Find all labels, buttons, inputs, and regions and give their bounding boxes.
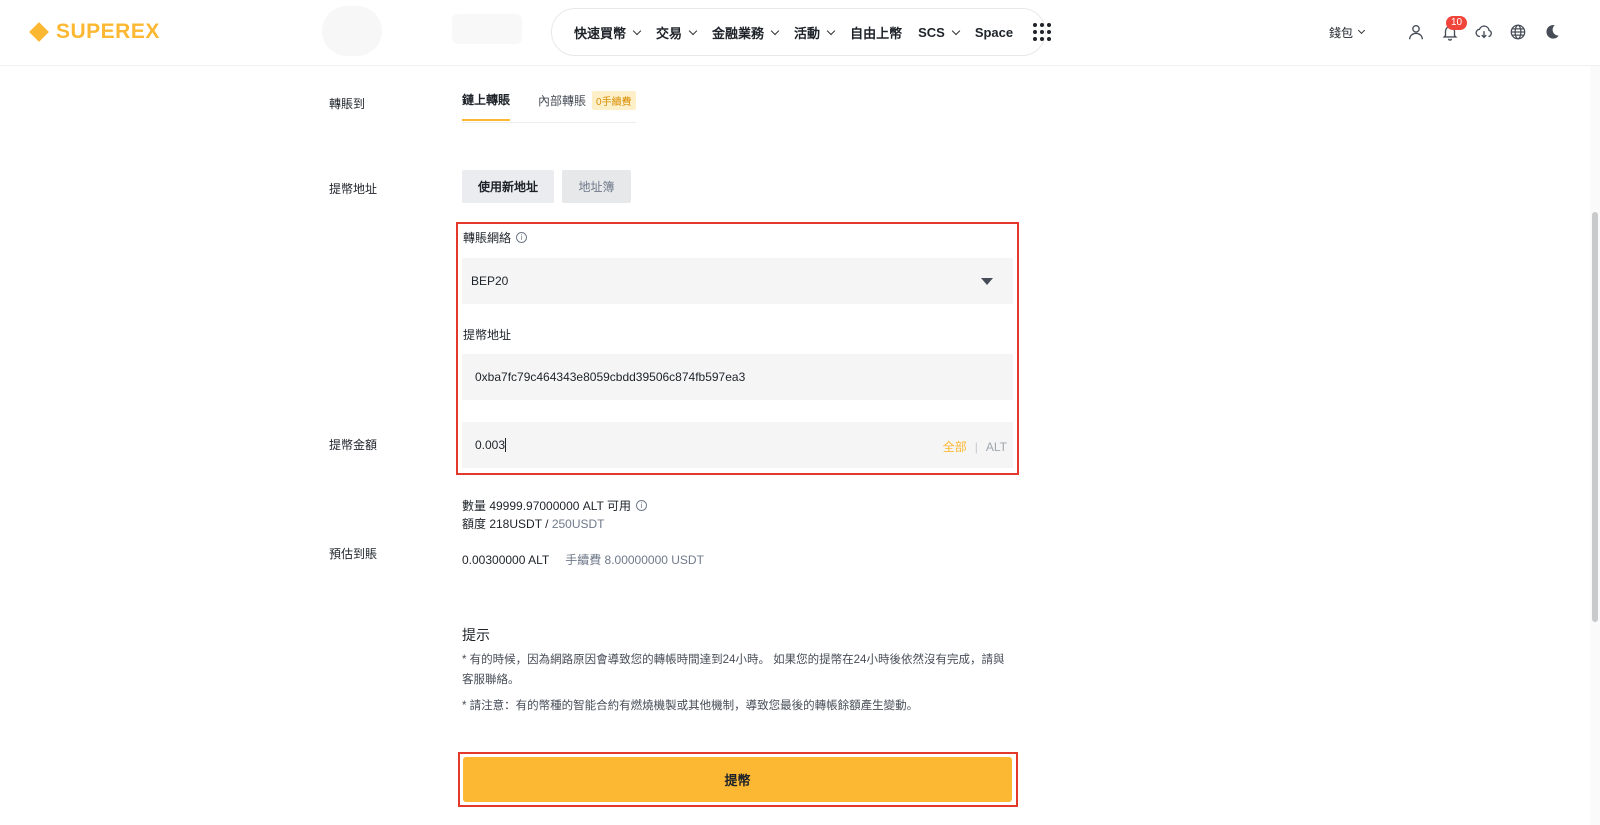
withdraw-address-label: 提幣地址	[463, 328, 512, 342]
amount-input[interactable]: 0.003	[475, 438, 505, 452]
scrollbar-thumb[interactable]	[1592, 212, 1598, 622]
amount-suffix: 全部 | ALT	[943, 438, 1007, 455]
tab-internal-transfer[interactable]: 內部轉賬 0手續費	[538, 91, 636, 122]
estimate-amount: 0.00300000 ALT	[462, 552, 550, 567]
address-book-button[interactable]: 地址簿	[562, 170, 631, 203]
chevron-down-icon	[951, 26, 961, 35]
header-tools: 錢包 10	[1328, 16, 1562, 44]
network-label: 轉賬網絡 i	[463, 229, 528, 246]
limit-used: 額度 218USDT /	[462, 517, 549, 531]
available-quantity-text: 數量 49999.97000000 ALT 可用	[462, 499, 631, 513]
withdraw-address-input[interactable]	[475, 370, 875, 384]
chevron-down-icon	[688, 26, 698, 35]
user-icon[interactable]	[1406, 22, 1426, 42]
notification-badge: 10	[1446, 16, 1468, 30]
nav-label: 自由上幣	[850, 25, 903, 41]
network-label-text: 轉賬網絡	[463, 231, 512, 245]
nav-label: SCS	[918, 24, 945, 40]
wallet-label: 錢包	[1328, 25, 1353, 40]
withdraw-button[interactable]: 提幣	[463, 757, 1012, 802]
amount-field[interactable]: 0.003 全部 | ALT	[462, 422, 1013, 468]
nav-quick-buy[interactable]: 快速買幣	[574, 23, 642, 42]
chevron-down-icon	[826, 26, 836, 35]
brand-logo[interactable]: SUPEREX	[29, 20, 160, 44]
moon-icon[interactable]	[1542, 22, 1562, 42]
grid-dots-icon[interactable]	[1033, 23, 1052, 41]
tip-item: * 請注意：有的幣種的智能合約有燃燒機製或其他機制，導致您最後的轉帳餘額產生變動…	[462, 700, 919, 712]
amount-unit: ALT	[985, 439, 1007, 454]
chevron-down-icon	[632, 26, 642, 35]
caret-down-icon	[981, 278, 993, 285]
info-icon[interactable]: i	[636, 500, 647, 511]
background-placeholder	[452, 14, 522, 44]
nav-scs[interactable]: SCS	[918, 24, 961, 40]
main-nav: 快速買幣 交易 金融業務 活動 自由上幣 SCS Space	[551, 8, 1052, 56]
estimate-values: 0.00300000 ALT 手續費 8.00000000 USDT	[462, 551, 704, 568]
network-select[interactable]: BEP20	[462, 258, 1013, 304]
limit-info: 額度 218USDT / 250USDT	[462, 515, 605, 532]
nav-label: 活動	[794, 25, 821, 41]
nav-label: 金融業務	[712, 25, 765, 41]
amount-label: 提幣金額	[329, 438, 378, 452]
nav-label: Space	[974, 24, 1014, 40]
divider: |	[974, 439, 978, 454]
nav-finance[interactable]: 金融業務	[712, 23, 780, 42]
tab-onchain-transfer[interactable]: 鏈上轉賬	[462, 91, 511, 121]
address-row-label: 提幣地址	[329, 182, 378, 196]
bell-icon[interactable]: 10	[1440, 16, 1468, 42]
network-selected-value: BEP20	[471, 274, 509, 288]
available-quantity: 數量 49999.97000000 ALT 可用 i	[462, 497, 647, 514]
limit-total: 250USDT	[551, 516, 605, 531]
zero-fee-tag: 0手續費	[592, 91, 636, 110]
globe-icon[interactable]	[1508, 22, 1528, 42]
tab-internal-label: 內部轉賬	[538, 94, 587, 108]
tip-item: * 有的時候，因為網路原因會導致您的轉帳時間達到24小時。 如果您的提幣在24小…	[462, 654, 1005, 686]
nav-label: 交易	[656, 25, 683, 41]
brand-name: SUPEREX	[56, 20, 160, 43]
withdraw-address-field[interactable]	[462, 354, 1013, 400]
nav-activities[interactable]: 活動	[794, 23, 836, 42]
tips-title: 提示	[462, 627, 490, 643]
max-amount-link[interactable]: 全部	[943, 438, 967, 455]
chevron-down-icon	[770, 26, 780, 35]
nav-space[interactable]: Space	[975, 25, 1013, 40]
text-cursor	[505, 438, 507, 452]
transfer-tabs: 鏈上轉賬 內部轉賬 0手續費	[462, 91, 636, 123]
estimate-fee: 手續費 8.00000000 USDT	[565, 553, 704, 567]
chevron-down-icon	[1357, 26, 1366, 35]
nav-free-listing[interactable]: 自由上幣	[850, 23, 902, 42]
transfer-to-label: 轉賬到	[329, 97, 366, 111]
nav-label: 快速買幣	[574, 25, 627, 41]
nav-trade[interactable]: 交易	[656, 23, 698, 42]
wallet-menu[interactable]: 錢包	[1328, 24, 1366, 41]
top-header: SUPEREX 快速買幣 交易 金融業務 活動 自由上幣 SCS Space 錢…	[0, 0, 1600, 66]
use-new-address-button[interactable]: 使用新地址	[462, 170, 554, 203]
info-icon[interactable]: i	[516, 232, 528, 243]
download-icon[interactable]	[1474, 22, 1494, 42]
logo-diamond-icon	[29, 22, 49, 42]
background-placeholder	[322, 6, 382, 56]
estimate-label: 預估到賬	[329, 547, 378, 561]
